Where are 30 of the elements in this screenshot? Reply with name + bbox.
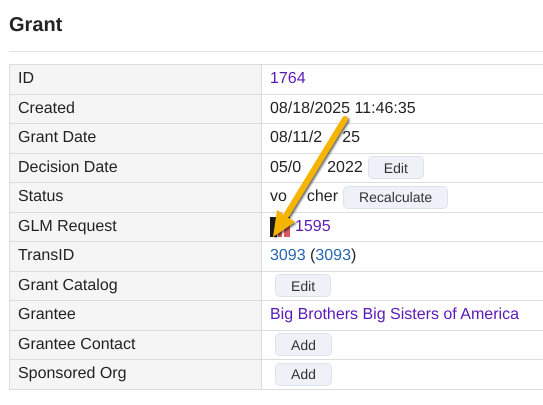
field-label: Decision Date	[10, 153, 262, 182]
field-label: Created	[10, 94, 262, 124]
action-button[interactable]: Add	[275, 362, 332, 386]
field-value: vo	[270, 188, 287, 206]
action-button[interactable]: Edit	[275, 274, 332, 298]
field-label: TransID	[10, 242, 262, 271]
field-value: 08/18/2025 11:46:35	[270, 100, 416, 118]
action-button[interactable]: Recalculate	[343, 186, 448, 209]
field-value: (	[309, 247, 316, 266]
field-label: Grantee Contact	[10, 330, 262, 360]
field-value: 05/0	[270, 158, 302, 177]
field-value: 08/11/2	[270, 129, 322, 148]
field-label: Sponsored Org	[10, 360, 262, 389]
field-label: ID	[10, 64, 262, 94]
action-button[interactable]: Add	[275, 333, 332, 356]
field-label: Grantee	[10, 300, 262, 330]
field-value: 2022	[327, 158, 363, 177]
value-link[interactable]: 1595	[295, 218, 331, 236]
field-label: Status	[10, 182, 262, 212]
value-link[interactable]: 3093	[270, 247, 306, 266]
field-label: GLM Request	[10, 212, 262, 242]
value-link[interactable]: 3093	[315, 247, 351, 266]
field-label: Grant Date	[10, 124, 262, 153]
field-value: cher	[306, 188, 338, 206]
field-value: 25	[342, 129, 360, 148]
action-button[interactable]: Edit	[368, 156, 424, 180]
field-value: )	[350, 247, 356, 266]
page-title: Grant	[9, 13, 64, 38]
value-link[interactable]: 1764	[270, 70, 306, 88]
field-label: Grant Catalog	[10, 271, 262, 300]
